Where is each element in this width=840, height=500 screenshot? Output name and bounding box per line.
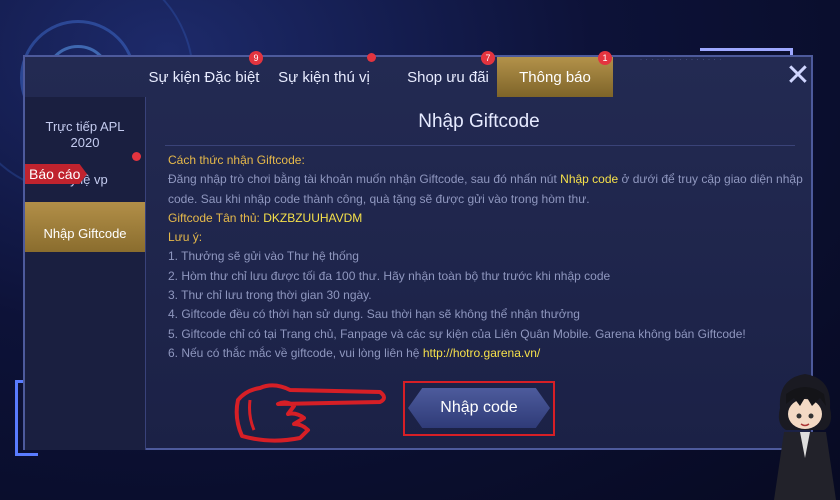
close-icon: ✕ <box>785 59 811 92</box>
character-avatar <box>774 374 836 500</box>
report-label: Báo cáo <box>29 166 81 182</box>
sidebar-item-giftcode[interactable]: Nhập Giftcode <box>25 202 145 252</box>
decorative-text: · · · · · · · · · · · · · · · <box>640 57 723 63</box>
report-button[interactable]: Báo cáo <box>25 164 87 184</box>
giftcode-instructions: Cách thức nhận Giftcode: Đăng nhập trò c… <box>168 151 803 363</box>
note-item: 2. Hòm thư chỉ lưu được tối đa 100 thư. … <box>168 268 611 283</box>
how-button-ref: Nhập code <box>560 172 619 187</box>
sidebar-item-label: Trực tiếp APL 2020 <box>45 119 125 150</box>
newbie-code: DKZBZUUHAVDM <box>263 210 363 225</box>
tab-label: Shop ưu đãi <box>407 69 489 86</box>
sidebar-item-label: Nhập Giftcode <box>43 225 127 241</box>
tab-fun-events[interactable]: Sự kiện thú vị <box>270 57 378 97</box>
note-item: 5. Giftcode chỉ có tại Trang chủ, Fanpag… <box>168 326 746 341</box>
notes-heading: Lưu ý: <box>168 230 203 245</box>
page-title: Nhập Giftcode <box>418 111 540 132</box>
how-text: Đăng nhập trò chơi bằng tài khoản muốn n… <box>168 172 561 187</box>
tab-label: Sự kiện thú vị <box>278 69 370 86</box>
newbie-code-line: Giftcode Tân thủ: DKZBZUUHAVDM <box>168 209 803 228</box>
pointing-hand-icon <box>234 383 386 443</box>
close-button[interactable]: ✕ <box>783 61 813 91</box>
notification-dot <box>367 53 376 62</box>
enter-code-button[interactable]: Nhập code <box>408 388 550 428</box>
tab-announcements[interactable]: Thông báo <box>497 57 613 97</box>
note-item: 4. Giftcode đều có thời hạn sử dụng. Sau… <box>168 307 580 322</box>
newbie-label: Giftcode Tân thủ: <box>168 210 260 225</box>
sidebar-item-apl-live[interactable]: Trực tiếp APL 2020 <box>25 119 145 151</box>
note-item: 6. Nếu có thắc mắc về giftcode, vui lòng… <box>168 344 803 363</box>
tab-bar: Sự kiện Đặc biệt 9 Sự kiện thú vị Shop ư… <box>145 51 613 97</box>
tab-label: Sự kiện Đặc biệt <box>148 69 260 86</box>
notification-badge: 1 <box>598 51 612 65</box>
note-text: 6. Nếu có thắc mắc về giftcode, vui lòng… <box>168 345 423 360</box>
note-item: 3. Thư chỉ lưu trong thời gian 30 ngày. <box>168 288 372 303</box>
button-label: Nhập code <box>440 399 518 416</box>
tab-special-events[interactable]: Sự kiện Đặc biệt <box>145 57 263 97</box>
support-link[interactable]: http://hotro.garena.vn/ <box>423 346 540 360</box>
how-heading: Cách thức nhận Giftcode: <box>168 153 305 167</box>
tab-label: Thông báo <box>519 69 591 86</box>
note-item: 1. Thưởng sẽ gửi vào Thư hệ thống <box>168 249 359 264</box>
notification-badge: 9 <box>249 51 263 65</box>
sidebar: Trực tiếp APL 2020 Tỷ lệ vp Nhập Giftcod… <box>25 97 146 450</box>
how-paragraph: Đăng nhập trò chơi bằng tài khoản muốn n… <box>168 170 803 209</box>
divider <box>165 145 795 146</box>
notification-badge: 7 <box>481 51 495 65</box>
notification-dot <box>132 152 141 161</box>
